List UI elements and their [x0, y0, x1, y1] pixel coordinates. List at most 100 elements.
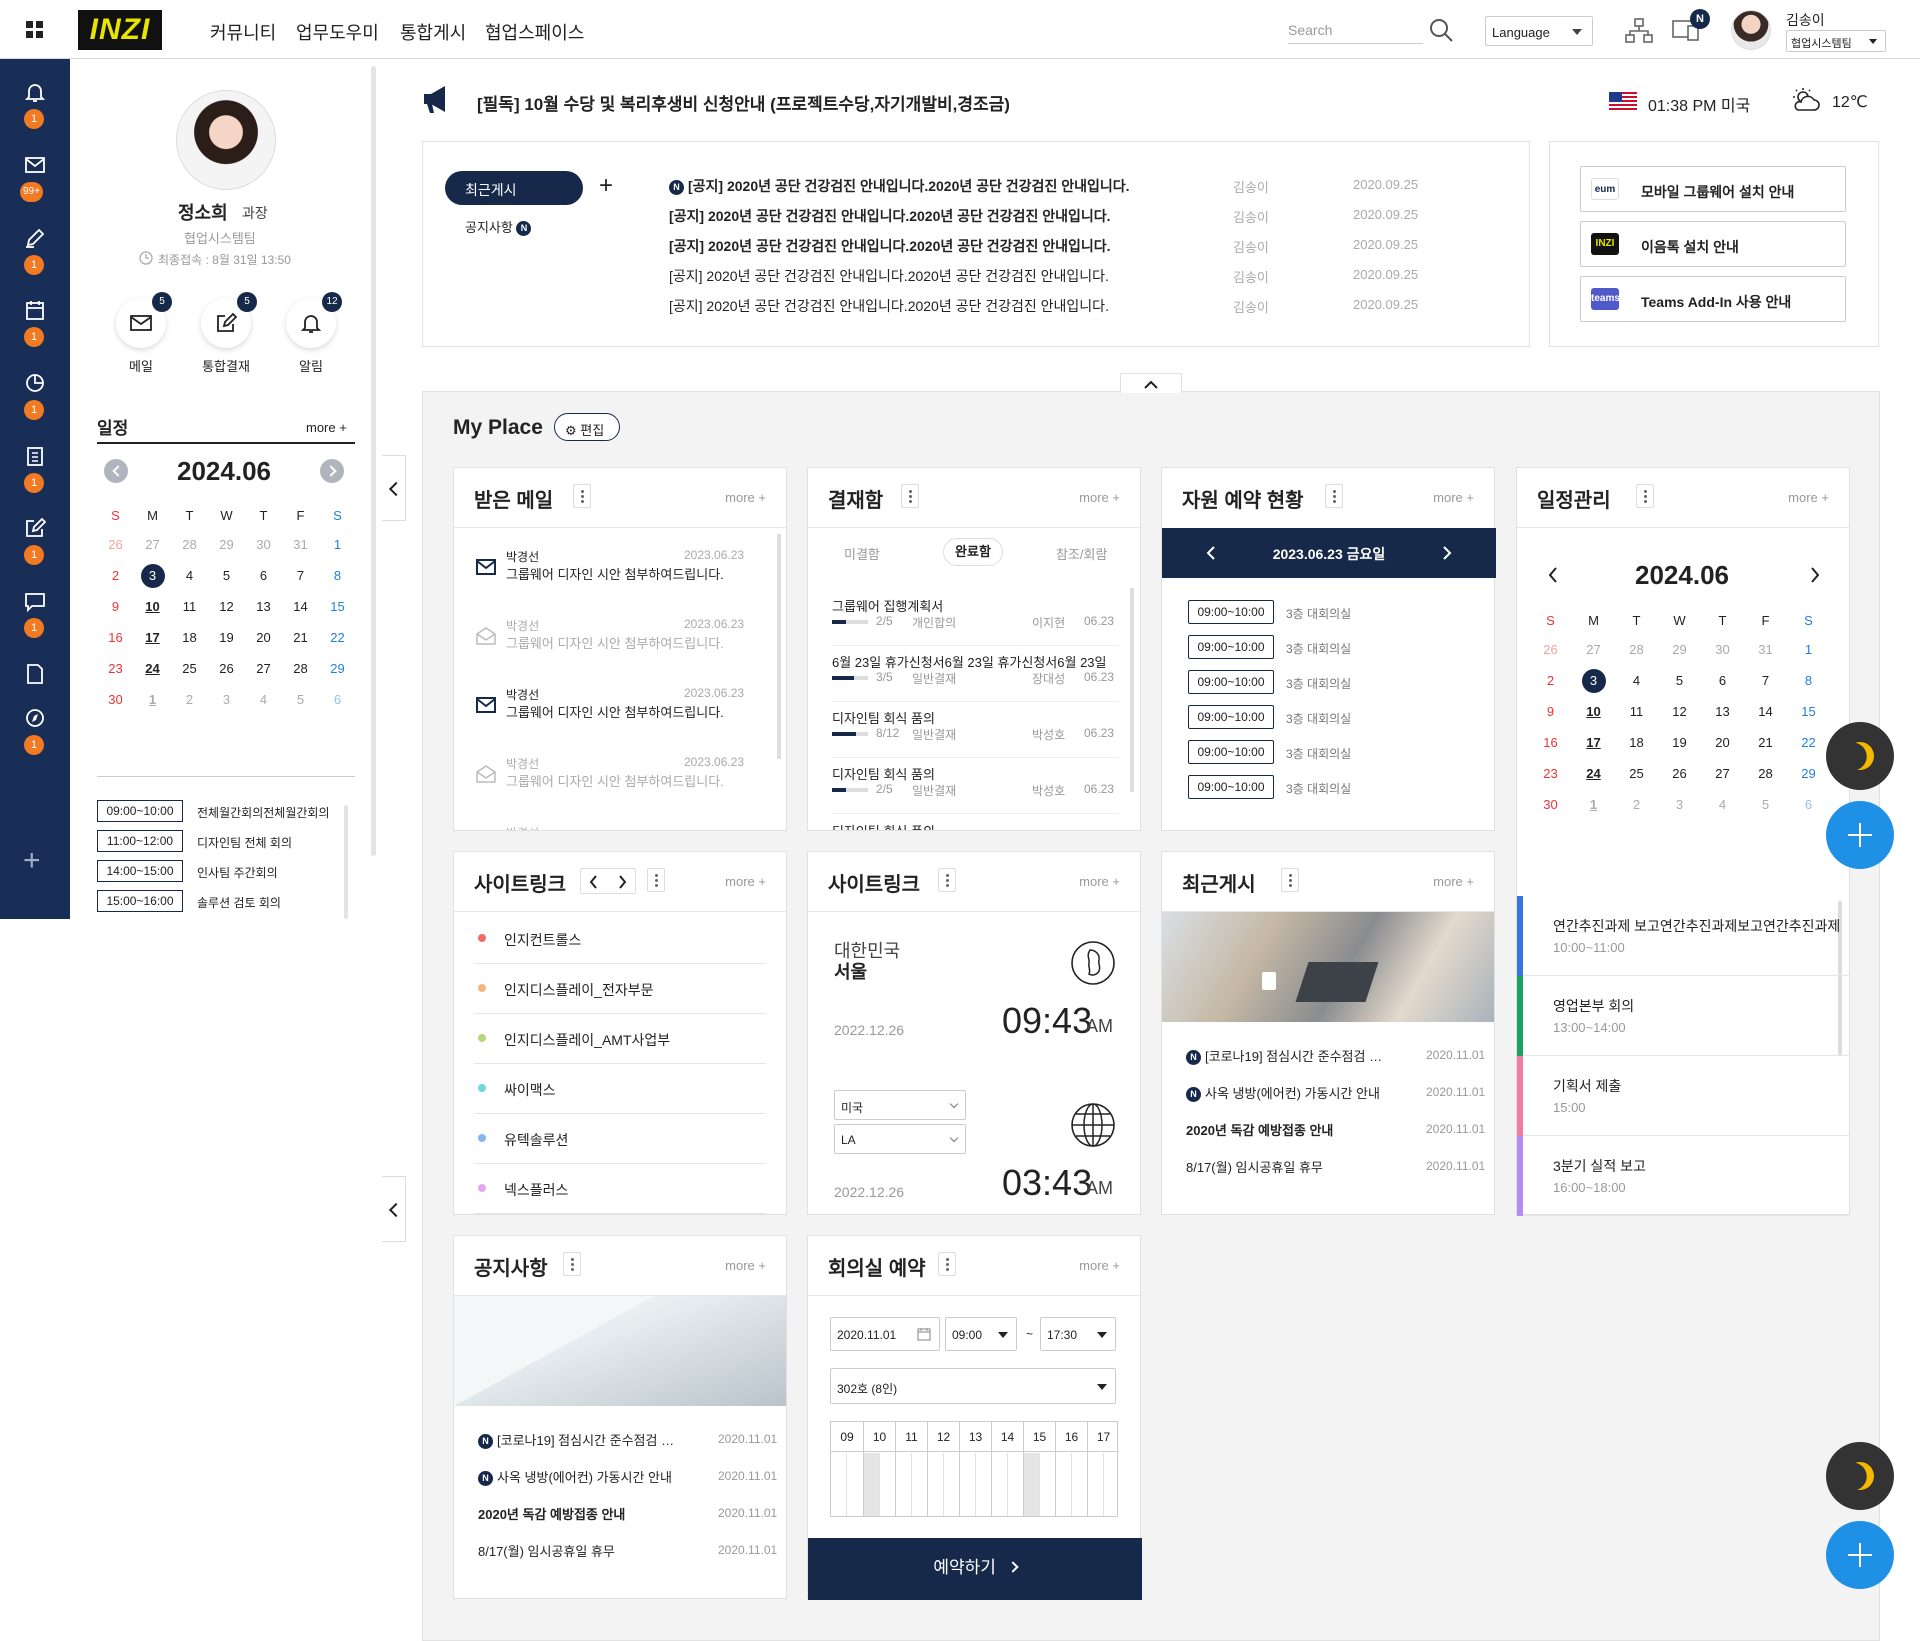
- calendar-day[interactable]: 18: [1625, 731, 1649, 755]
- schedule-event[interactable]: 14:00~15:00 인사팀 주간회의: [97, 860, 347, 884]
- calendar-day[interactable]: 19: [1668, 731, 1692, 755]
- add-fab-button[interactable]: [1826, 1521, 1894, 1589]
- approval-item[interactable]: 6월 23일 휴가신청서6월 23일 휴가신청서6월 23일 3/5 일반결재 장대성…: [832, 652, 1118, 702]
- resource-time[interactable]: 09:00~10:00: [1188, 635, 1274, 659]
- post-item[interactable]: N 사옥 냉방(에어컨) 가동시간 안내 2020.11.01: [1186, 1083, 1485, 1107]
- guide-button[interactable]: eum 모바일 그룹웨어 설치 안내: [1580, 166, 1846, 212]
- nav-community[interactable]: 커뮤니티: [210, 19, 276, 45]
- notice-banner-text[interactable]: [필독] 10월 수당 및 복리후생비 신청안내 (프로젝트수당,자기개발비,경…: [477, 90, 1010, 115]
- hour-column[interactable]: 13: [959, 1422, 991, 1516]
- calendar-day[interactable]: 17: [141, 626, 165, 650]
- site-link-item[interactable]: 인지디스플레이_전자부문: [474, 964, 766, 1014]
- collapse-panel-button[interactable]: [382, 1176, 406, 1242]
- board-row-title[interactable]: [공지] 2020년 공단 건강검진 안내입니다.2020년 공단 건강검진 안…: [669, 236, 1189, 256]
- calendar-day[interactable]: 12: [215, 595, 239, 619]
- calendar-day[interactable]: 21: [289, 626, 313, 650]
- calendar-day[interactable]: 31: [1754, 638, 1778, 662]
- hour-column[interactable]: 16: [1055, 1422, 1087, 1516]
- schedule-event[interactable]: 11:00~12:00 디자인팀 전체 회의: [97, 830, 347, 854]
- prev-month-button[interactable]: [104, 459, 128, 483]
- chevron-right-icon[interactable]: [1809, 566, 1821, 584]
- site-link-item[interactable]: 싸이맥스: [474, 1064, 766, 1114]
- start-time-select[interactable]: 09:00: [945, 1317, 1017, 1351]
- tab-notice[interactable]: 공지사항 N: [465, 217, 535, 236]
- country-select[interactable]: 미국: [834, 1090, 966, 1120]
- tab-completed[interactable]: 완료함: [943, 538, 1003, 566]
- calendar-day[interactable]: 1: [141, 688, 165, 712]
- rail-chat[interactable]: 1: [0, 590, 70, 640]
- rail-write[interactable]: 1: [0, 227, 70, 277]
- calendar-day[interactable]: 23: [1539, 762, 1563, 786]
- search-icon[interactable]: [1428, 17, 1454, 43]
- more-link[interactable]: more +: [1788, 490, 1829, 505]
- calendar-day[interactable]: 5: [289, 688, 313, 712]
- more-link[interactable]: more +: [1079, 1258, 1120, 1273]
- hour-column[interactable]: 17: [1087, 1422, 1119, 1516]
- calendar-event[interactable]: 3분기 실적 보고 16:00~18:00: [1517, 1136, 1849, 1216]
- calendar-day[interactable]: 18: [178, 626, 202, 650]
- calendar-day[interactable]: 12: [1668, 700, 1692, 724]
- calendar-day[interactable]: 26: [215, 657, 239, 681]
- events-scrollbar[interactable]: [344, 805, 348, 919]
- date-input[interactable]: 2020.11.01: [830, 1317, 940, 1351]
- calendar-day[interactable]: 4: [1711, 793, 1735, 817]
- rail-add-icon[interactable]: +: [23, 846, 41, 876]
- hour-column[interactable]: 11: [895, 1422, 927, 1516]
- card-menu-icon[interactable]: [573, 484, 591, 508]
- mail-scrollbar[interactable]: [777, 534, 781, 759]
- more-link[interactable]: more +: [725, 874, 766, 889]
- calendar-day[interactable]: 29: [1797, 762, 1821, 786]
- calendar-day[interactable]: 4: [252, 688, 276, 712]
- chevron-right-icon[interactable]: [617, 875, 627, 889]
- half-hour-slot[interactable]: [960, 1453, 976, 1516]
- calendar-day[interactable]: 5: [1668, 669, 1692, 693]
- calendar-day[interactable]: 20: [1711, 731, 1735, 755]
- calendar-day[interactable]: 30: [104, 688, 128, 712]
- calendar-day[interactable]: 15: [1797, 700, 1821, 724]
- approval-scrollbar[interactable]: [1130, 588, 1134, 792]
- calendar-day[interactable]: 28: [1754, 762, 1778, 786]
- card-menu-icon[interactable]: [938, 868, 956, 892]
- reserve-button[interactable]: 예약하기: [808, 1538, 1142, 1600]
- card-menu-icon[interactable]: [938, 1252, 956, 1276]
- calendar-day[interactable]: 26: [1668, 762, 1692, 786]
- calendar-day[interactable]: 11: [178, 595, 202, 619]
- site-link-item[interactable]: 인지컨트롤스: [474, 914, 766, 964]
- board-row-title[interactable]: [공지] 2020년 공단 건강검진 안내입니다.2020년 공단 건강검진 안…: [669, 266, 1189, 286]
- calendar-day[interactable]: 4: [1625, 669, 1649, 693]
- calendar-day[interactable]: 8: [1797, 669, 1821, 693]
- post-item[interactable]: 2020년 독감 예방접종 안내 2020.11.01: [1186, 1120, 1485, 1144]
- calendar-day[interactable]: 5: [1754, 793, 1778, 817]
- rail-documents[interactable]: [0, 663, 70, 713]
- user-group-select[interactable]: 협업시스템팀: [1786, 30, 1886, 52]
- calendar-day[interactable]: 14: [289, 595, 313, 619]
- rail-mail[interactable]: 99+: [0, 154, 70, 204]
- calendar-day[interactable]: 10: [1582, 700, 1606, 724]
- more-link[interactable]: more +: [1079, 490, 1120, 505]
- card-menu-icon[interactable]: [1325, 484, 1343, 508]
- end-time-select[interactable]: 17:30: [1040, 1317, 1116, 1351]
- calendar-day[interactable]: 3: [215, 688, 239, 712]
- calendar-day[interactable]: 1: [326, 533, 350, 557]
- calendar-day[interactable]: 27: [252, 657, 276, 681]
- calendar-day[interactable]: 1: [1797, 638, 1821, 662]
- calendar-day[interactable]: 28: [289, 657, 313, 681]
- post-item[interactable]: 8/17(월) 임시공휴일 휴무 2020.11.01: [478, 1541, 777, 1565]
- more-link[interactable]: more +: [1433, 874, 1474, 889]
- org-chart-icon[interactable]: [1625, 18, 1653, 44]
- calendar-day[interactable]: 30: [1711, 638, 1735, 662]
- user-avatar[interactable]: [1731, 10, 1771, 50]
- quick-approval-button[interactable]: 5: [201, 292, 257, 348]
- resource-time[interactable]: 09:00~10:00: [1188, 705, 1274, 729]
- calendar-day[interactable]: 24: [1582, 762, 1606, 786]
- hour-column[interactable]: 14: [991, 1422, 1023, 1516]
- calendar-day[interactable]: 26: [104, 533, 128, 557]
- calendar-day[interactable]: 27: [141, 533, 165, 557]
- nav-work-helper[interactable]: 업무도우미: [296, 19, 379, 45]
- card-menu-icon[interactable]: [1281, 868, 1299, 892]
- more-link[interactable]: more +: [725, 1258, 766, 1273]
- quick-alert-button[interactable]: 12: [286, 292, 342, 348]
- calendar-day[interactable]: 2: [178, 688, 202, 712]
- collapse-up-button[interactable]: [1120, 373, 1182, 393]
- approval-item[interactable]: 디자인팀 회식 품의 8/12 일반결재 박성호 06.23: [832, 708, 1118, 758]
